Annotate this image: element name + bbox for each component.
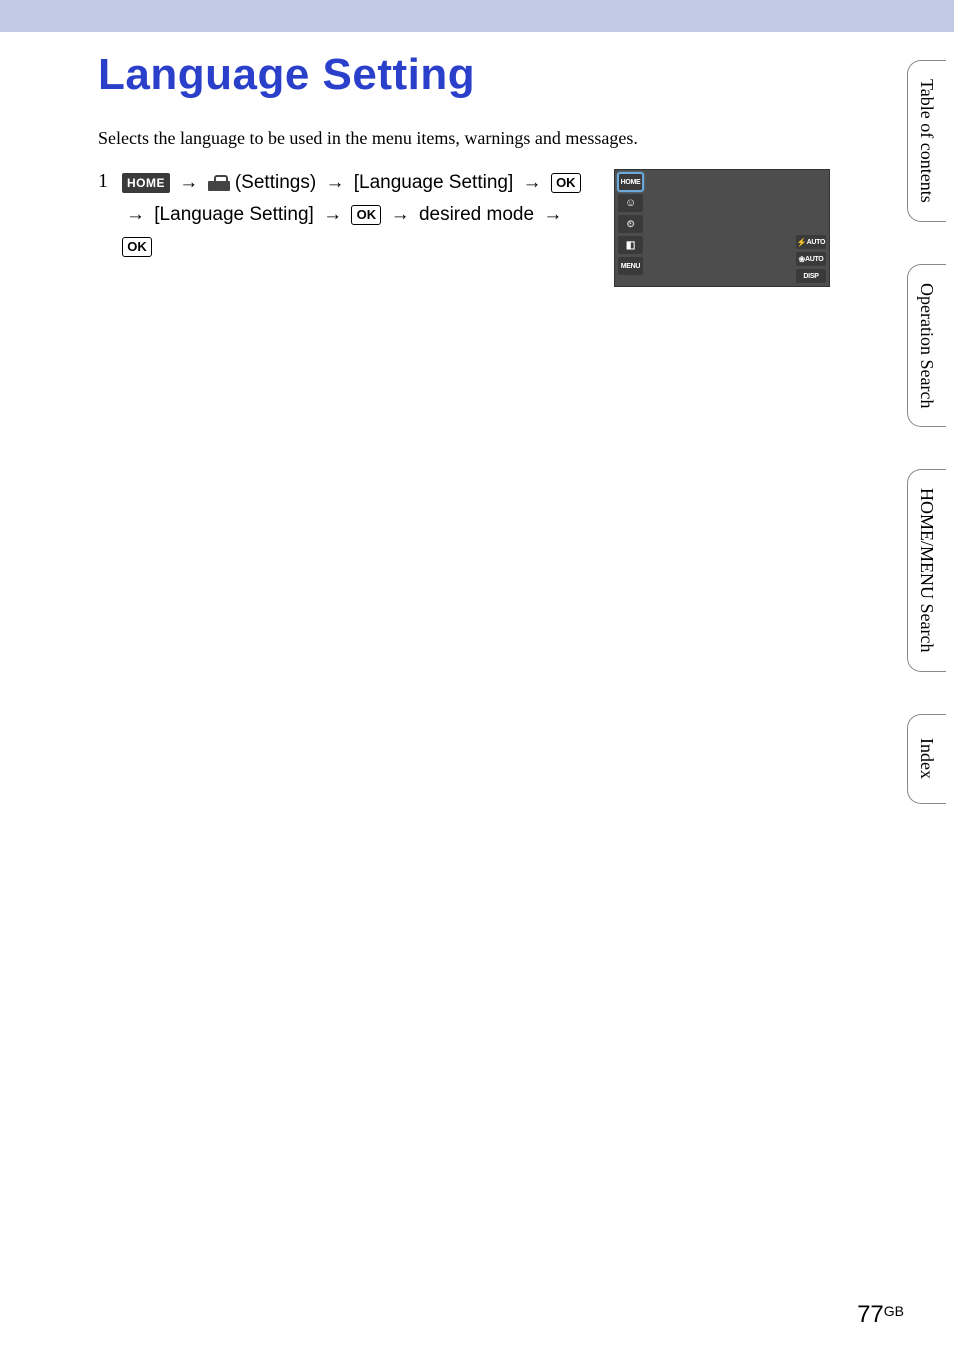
side-tabs: Table of contents Operation Search HOME/…: [907, 60, 946, 804]
tab-table-of-contents[interactable]: Table of contents: [907, 60, 946, 222]
arrow-icon: →: [523, 167, 542, 199]
menu-item-2: [Language Setting]: [154, 204, 314, 225]
step-body: HOME → (Settings) → [Language Setting] →…: [122, 167, 592, 263]
settings-toolbox-icon: [208, 175, 230, 191]
camera-right-col: ⚡AUTO ❀AUTO DISP: [796, 173, 826, 283]
arrow-icon: →: [179, 167, 198, 199]
camera-flash-auto: ⚡AUTO: [796, 235, 826, 249]
camera-disp-button: DISP: [796, 269, 826, 283]
page-number: 77GB: [857, 1301, 904, 1329]
settings-label: (Settings): [235, 172, 316, 193]
ok-badge: OK: [351, 205, 381, 225]
camera-home-button: HOME: [618, 173, 643, 191]
page-num-value: 77: [857, 1301, 884, 1328]
tab-home-menu-search[interactable]: HOME/MENU Search: [907, 469, 946, 671]
camera-scene-icon: [618, 236, 643, 254]
ok-badge: OK: [551, 173, 581, 193]
tab-index[interactable]: Index: [907, 714, 946, 804]
desired-mode-text: desired mode: [419, 204, 534, 225]
intro-text: Selects the language to be used in the m…: [98, 128, 830, 149]
tab-operation-search[interactable]: Operation Search: [907, 264, 946, 427]
arrow-icon: →: [323, 199, 342, 231]
ok-badge: OK: [122, 237, 152, 257]
page-region: GB: [884, 1303, 904, 1319]
camera-left-col: HOME MENU: [618, 173, 643, 283]
step-row: 1 HOME → (Settings) → [Language Setting]…: [98, 167, 830, 287]
page-content: Language Setting Selects the language to…: [0, 32, 830, 287]
page-title: Language Setting: [98, 50, 830, 100]
camera-macro-auto: ❀AUTO: [796, 252, 826, 266]
menu-item-1: [Language Setting]: [354, 172, 514, 193]
arrow-icon: →: [325, 167, 344, 199]
step-number: 1: [98, 167, 108, 195]
camera-smile-icon: [618, 194, 643, 212]
camera-timer-icon: [618, 215, 643, 233]
arrow-icon: →: [391, 199, 410, 231]
top-bar: [0, 0, 954, 32]
step-text-wrap: 1 HOME → (Settings) → [Language Setting]…: [98, 167, 596, 263]
camera-screen-preview: HOME MENU ⚡AUTO ❀AUTO DISP: [614, 169, 830, 287]
camera-menu-button: MENU: [618, 257, 643, 275]
arrow-icon: →: [126, 199, 145, 231]
arrow-icon: →: [543, 199, 562, 231]
home-badge: HOME: [122, 173, 170, 193]
